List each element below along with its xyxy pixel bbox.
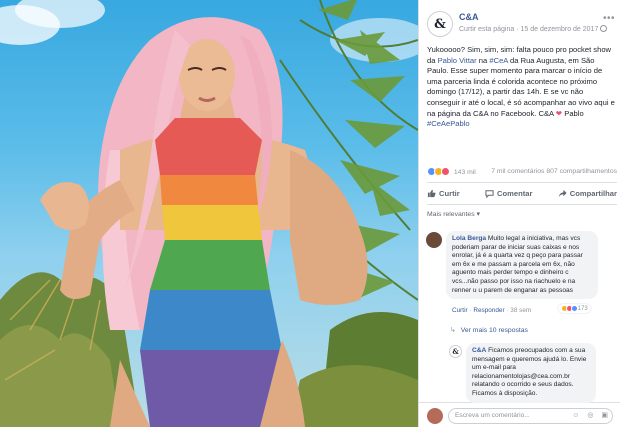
- divider: [427, 182, 617, 183]
- commenter-name[interactable]: Lola Berga: [452, 235, 486, 242]
- post-meta: Curtir esta página · 15 de dezembro de 2…: [459, 25, 608, 33]
- comment-text: Muito legal a iniciativa, mas vcs poderi…: [452, 235, 583, 294]
- page-avatar-logo: &: [434, 16, 446, 32]
- page-name-link[interactable]: C&A: [459, 12, 479, 22]
- view-more-replies-label: Ver mais 10 respostas: [460, 327, 528, 334]
- like-page-link[interactable]: Curtir esta página: [459, 26, 514, 33]
- hashtag-link[interactable]: #CeAePablo: [427, 119, 470, 128]
- engagement-counts: 7 mil comentários 807 compartilhamentos: [491, 168, 617, 175]
- comment-count[interactable]: 7 mil comentários: [491, 168, 544, 175]
- comment-reaction-count: 173: [577, 306, 588, 312]
- reply-text: Ficamos preocupados com a sua mensagem e…: [472, 347, 587, 397]
- reaction-count[interactable]: 143 mil: [454, 169, 476, 176]
- post-date[interactable]: 15 de dezembro de 2017: [521, 26, 599, 33]
- reply-bubble: C&A Ficamos preocupados com a sua mensag…: [466, 343, 596, 403]
- comment-button[interactable]: Comentar: [485, 186, 532, 200]
- composer-icons[interactable]: ☺ ◎ ▣: [572, 411, 611, 419]
- comment-composer: Escreva um comentário... ☺ ◎ ▣: [419, 402, 620, 427]
- comment-bubble: Lola Berga Muito legal a iniciativa, mas…: [446, 231, 598, 300]
- link-separator: ·: [506, 307, 509, 314]
- mention-link[interactable]: Pablo Vittar: [438, 56, 477, 65]
- post-text-part: na: [476, 55, 490, 65]
- post-text: Yukooooo? Sim, sim, sim: falta pouco pro…: [427, 45, 617, 130]
- comment-icon: [485, 189, 494, 198]
- photo-illustration: [0, 0, 418, 427]
- comment-time[interactable]: 38 sem: [510, 307, 531, 314]
- share-count[interactable]: 807 compartilhamentos: [546, 168, 617, 175]
- replier-avatar[interactable]: &: [449, 345, 462, 358]
- post-actions: Curtir Comentar Compartilhar: [427, 186, 617, 200]
- more-options-icon[interactable]: •••: [603, 13, 615, 24]
- comment-like-link[interactable]: Curtir: [452, 307, 468, 314]
- like-button[interactable]: Curtir: [427, 186, 460, 200]
- reactions-bar: 143 mil 7 mil comentários 807 compartilh…: [427, 167, 617, 179]
- comment-links: Curtir · Responder · 38 sem: [452, 307, 531, 314]
- post-photo[interactable]: [0, 0, 418, 427]
- current-user-avatar: [427, 408, 443, 424]
- comment-button-label: Comentar: [496, 188, 533, 198]
- commenter-avatar[interactable]: [426, 232, 442, 248]
- hashtag-link[interactable]: #CeA: [489, 56, 508, 65]
- comment-reactions[interactable]: 173: [558, 304, 591, 313]
- share-button[interactable]: Compartilhar: [558, 186, 617, 200]
- view-more-replies-link[interactable]: ↳ Ver mais 10 respostas: [450, 326, 528, 334]
- share-icon: [558, 189, 567, 197]
- reply-arrow-icon: ↳: [450, 327, 456, 334]
- love-reaction-icon[interactable]: [441, 167, 450, 176]
- globe-icon: [600, 25, 608, 32]
- replier-name[interactable]: C&A: [472, 347, 486, 354]
- divider: [427, 204, 617, 205]
- comment-reply-link[interactable]: Responder: [473, 307, 504, 314]
- link-separator: ·: [469, 307, 472, 314]
- like-button-label: Curtir: [439, 188, 460, 198]
- share-button-label: Compartilhar: [569, 188, 617, 198]
- post-header: & C&A Curtir esta página · 15 de dezembr…: [427, 9, 617, 39]
- thumbs-up-icon: [427, 189, 436, 197]
- comment-sort-dropdown[interactable]: Mais relevantes ▾: [427, 210, 480, 218]
- post-text-part: Pablo: [562, 108, 584, 118]
- page-avatar[interactable]: &: [427, 11, 453, 37]
